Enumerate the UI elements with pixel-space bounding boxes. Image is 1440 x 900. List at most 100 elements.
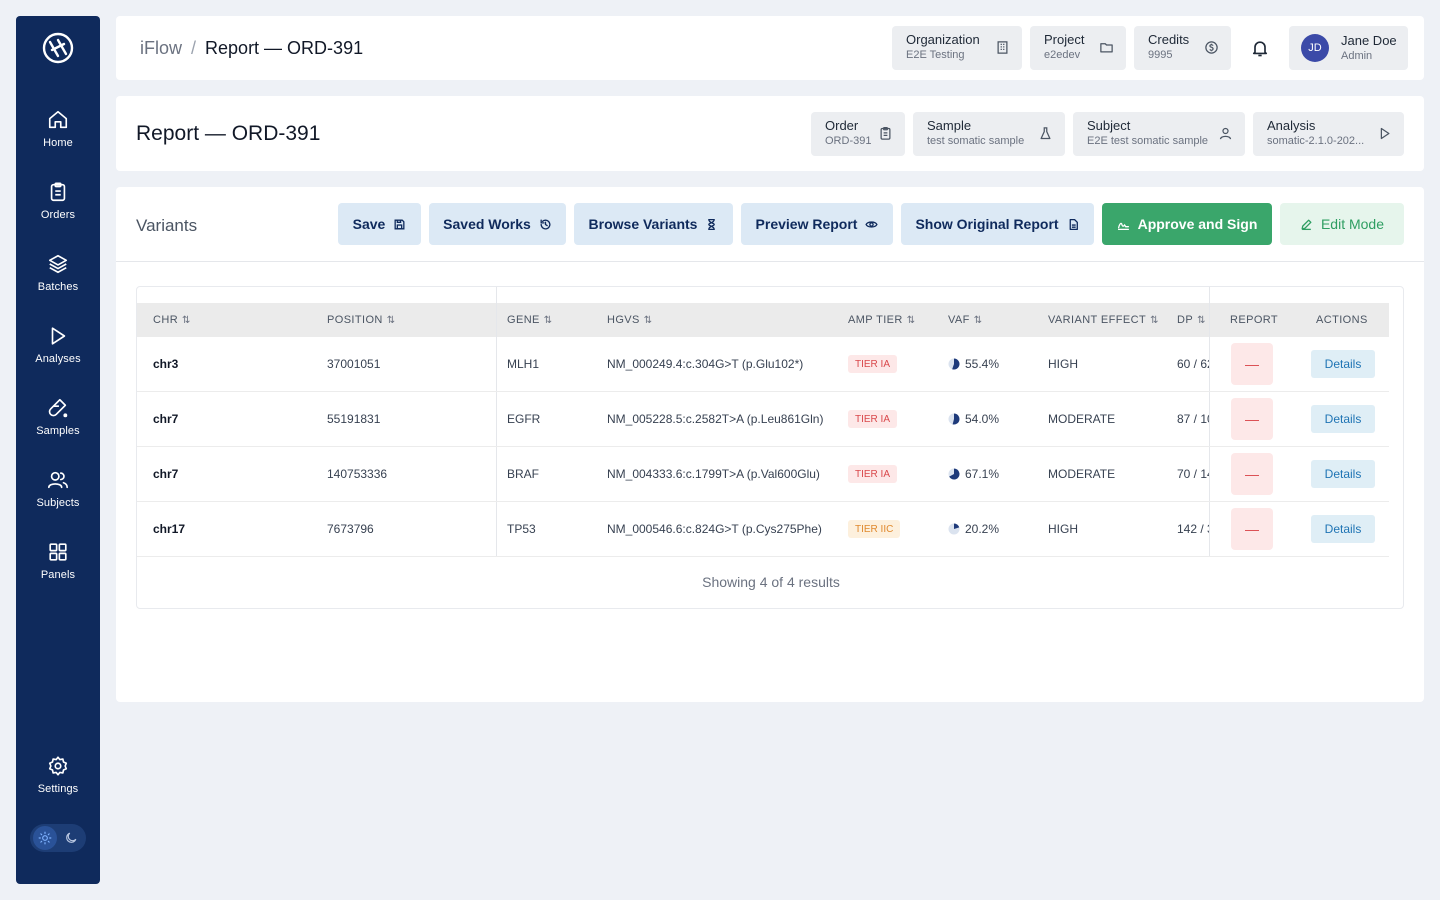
cell-amp-tier: TIER IIC	[848, 502, 901, 556]
theme-toggle[interactable]	[30, 824, 86, 852]
notifications-button[interactable]	[1250, 38, 1270, 58]
sidebar-item-label: Home	[43, 137, 73, 149]
save-button[interactable]: Save	[338, 203, 421, 245]
browse-variants-button-label: Browse Variants	[588, 216, 698, 232]
preview-report-button[interactable]: Preview Report	[741, 203, 893, 245]
table-row[interactable]: chr7 140753336 BRAF NM_004333.6:c.1799T>…	[137, 447, 1389, 502]
sort-icon: ⇅	[906, 314, 916, 326]
sort-icon: ⇅	[643, 314, 653, 326]
edit-mode-button[interactable]: Edit Mode	[1280, 203, 1404, 245]
grid-icon	[49, 543, 67, 561]
analysis-label: Analysis	[1267, 118, 1316, 133]
sidebar-item-label: Batches	[37, 281, 79, 293]
breadcrumb-separator: /	[191, 37, 197, 58]
show-original-report-button[interactable]: Show Original Report	[901, 203, 1094, 245]
sort-icon: ⇅	[386, 314, 396, 326]
approve-and-sign-button[interactable]: Approve and Sign	[1102, 203, 1272, 245]
column-header-amp-tier[interactable]: AMP TIER ⇅	[848, 303, 916, 337]
tier-badge: TIER IA	[848, 410, 898, 428]
sidebar-nav: Home Orders Batches Analyses Samples Sub…	[16, 108, 100, 612]
details-button[interactable]: Details	[1311, 350, 1375, 378]
sidebar-settings: Settings	[16, 754, 100, 826]
saved-works-button[interactable]: Saved Works	[429, 203, 566, 245]
flask-icon	[48, 398, 68, 418]
details-button[interactable]: Details	[1311, 515, 1375, 543]
cell-dp: 70 / 14	[1177, 467, 1209, 481]
app-logo-icon[interactable]	[40, 30, 76, 66]
order-chip[interactable]: Order ORD-391	[811, 112, 905, 156]
sidebar-item-home[interactable]: Home	[16, 108, 100, 180]
sort-icon: ⇅	[182, 314, 191, 326]
play-icon	[1380, 127, 1390, 140]
report-toggle-button[interactable]: —	[1231, 398, 1273, 440]
subject-chip[interactable]: Subject E2E test somatic sample	[1073, 112, 1245, 156]
column-header-vaf[interactable]: VAF ⇅	[948, 303, 983, 337]
organization-selector[interactable]: Organization E2E Testing	[892, 26, 1022, 70]
light-mode-toggle[interactable]	[33, 826, 57, 850]
report-toggle-button[interactable]: —	[1231, 453, 1273, 495]
breadcrumb-root[interactable]: iFlow	[140, 38, 182, 59]
column-header-gene[interactable]: GENE ⇅	[507, 303, 553, 337]
cell-dp: 87 / 10	[1177, 412, 1209, 426]
cell-vaf: 67.1%	[948, 447, 999, 501]
cell-variant-effect: MODERATE	[1048, 467, 1116, 481]
cell-vaf: 54.0%	[948, 392, 999, 446]
sort-icon: ⇅	[973, 314, 983, 326]
sidebar-item-panels[interactable]: Panels	[16, 540, 100, 612]
vaf-value: 55.4%	[965, 357, 1000, 371]
sidebar-item-analyses[interactable]: Analyses	[16, 324, 100, 396]
top-bar: iFlow / Report — ORD-391 Organization E2…	[116, 16, 1424, 80]
report-toggle-button[interactable]: —	[1231, 343, 1273, 385]
column-header-label: REPORT	[1230, 314, 1279, 326]
cell-position: 7673796	[327, 522, 374, 536]
vaf-pie-icon	[948, 413, 960, 425]
user-menu[interactable]: JD Jane Doe Admin	[1289, 26, 1408, 70]
project-selector[interactable]: Project e2edev	[1030, 26, 1126, 70]
column-header-chr[interactable]: CHR ⇅	[153, 303, 191, 337]
sidebar-item-subjects[interactable]: Subjects	[16, 468, 100, 540]
browse-variants-button[interactable]: Browse Variants	[574, 203, 733, 245]
sidebar-item-settings[interactable]: Settings	[16, 754, 100, 826]
credits-display[interactable]: Credits 9995	[1134, 26, 1231, 70]
column-header-variant-effect[interactable]: VARIANT EFFECT ⇅	[1048, 303, 1159, 337]
sidebar-item-label: Analyses	[35, 353, 81, 365]
details-button[interactable]: Details	[1311, 405, 1375, 433]
column-header-hgvs[interactable]: HGVS ⇅	[607, 303, 653, 337]
tier-badge: TIER IA	[848, 465, 898, 483]
history-icon	[540, 219, 551, 229]
page-title: Report — ORD-391	[136, 122, 321, 145]
sidebar-item-orders[interactable]: Orders	[16, 180, 100, 252]
sidebar-item-label: Panels	[40, 569, 76, 581]
report-header: Report — ORD-391 Order ORD-391 Sample te…	[116, 96, 1424, 171]
sample-chip[interactable]: Sample test somatic sample	[913, 112, 1065, 156]
organization-value: E2E Testing	[906, 49, 965, 61]
document-icon	[1069, 218, 1078, 230]
dark-mode-toggle[interactable]	[59, 826, 83, 850]
pencil-icon	[1301, 219, 1312, 230]
save-button-label: Save	[352, 216, 386, 232]
results-count: Showing 4 of 4 results	[702, 574, 840, 590]
cell-amp-tier: TIER IA	[848, 447, 898, 501]
sun-icon	[38, 831, 52, 845]
building-icon	[997, 41, 1008, 54]
column-header-label: VAF	[948, 314, 970, 326]
cell-dp: 142 / 3	[1177, 522, 1209, 536]
cell-hgvs: NM_000249.4:c.304G>T (p.Glu102*)	[607, 357, 804, 371]
details-button[interactable]: Details	[1311, 460, 1375, 488]
cell-hgvs: NM_005228.5:c.2582T>A (p.Leu861Gln)	[607, 412, 824, 426]
sidebar-item-batches[interactable]: Batches	[16, 252, 100, 324]
cell-gene: EGFR	[507, 412, 541, 426]
table-row[interactable]: chr3 37001051 MLH1 NM_000249.4:c.304G>T …	[137, 337, 1389, 392]
sort-icon: ⇅	[543, 314, 553, 326]
analysis-chip[interactable]: Analysis somatic-2.1.0-202...	[1253, 112, 1404, 156]
column-header-position[interactable]: POSITION ⇅	[327, 303, 396, 337]
report-toggle-button[interactable]: —	[1231, 508, 1273, 550]
sidebar-item-samples[interactable]: Samples	[16, 396, 100, 468]
column-header-dp[interactable]: DP ⇅	[1177, 303, 1206, 337]
vaf-value: 67.1%	[965, 467, 1000, 481]
table-row[interactable]: chr17 7673796 TP53 NM_000546.6:c.824G>T …	[137, 502, 1389, 557]
vaf-pie-icon	[948, 523, 960, 535]
variants-table: CHR ⇅ POSITION ⇅ GENE ⇅ HGVS ⇅ AMP TIER ⇅ VAF…	[136, 286, 1404, 609]
table-row[interactable]: chr7 55191831 EGFR NM_005228.5:c.2582T>A…	[137, 392, 1389, 447]
column-header-label: POSITION	[327, 314, 383, 326]
